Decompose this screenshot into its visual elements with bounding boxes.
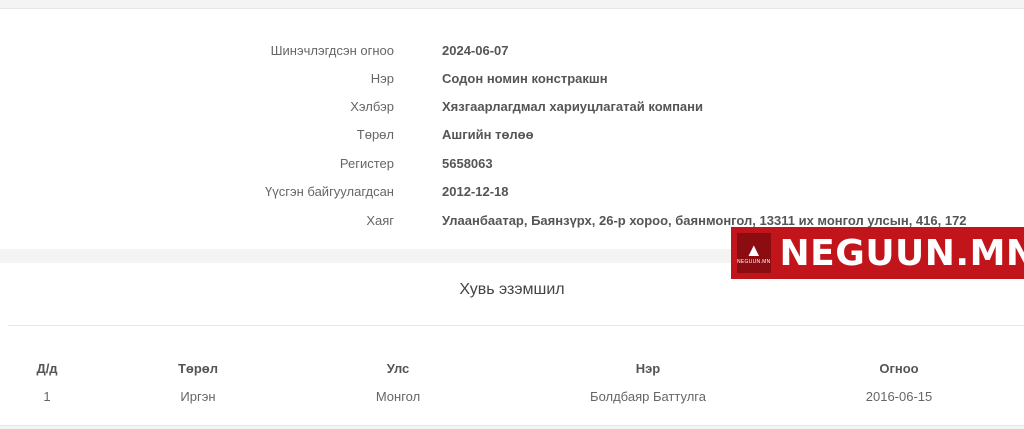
- info-row-founded: Үүсгэн байгуулагдсан 2012-12-18: [0, 184, 1024, 204]
- info-value: Ашгийн төлөө: [442, 127, 534, 142]
- col-header-country: Улс: [386, 361, 410, 376]
- ownership-title: Хувь эзэмшил: [459, 281, 565, 298]
- col-header-type: Төрөл: [177, 361, 219, 376]
- col-header-index: Д/д: [36, 361, 58, 376]
- info-value: Содон номин констракшн: [442, 71, 608, 86]
- info-value: Улаанбаатар, Баянзүрх, 26-р хороо, баянм…: [442, 213, 967, 228]
- table-cell-type: Иргэн: [180, 389, 216, 404]
- info-value: 2012-12-18: [442, 184, 509, 199]
- table-cell-date: 2016-06-15: [865, 389, 933, 404]
- table-cell-name: Болдбаяр Баттулга: [590, 389, 706, 404]
- info-row-name: Нэр Содон номин констракшн: [0, 71, 1024, 91]
- info-value: 5658063: [442, 156, 493, 171]
- divider: [8, 325, 1024, 326]
- info-value: Хязгаарлагдмал хариуцлагатай компани: [442, 99, 704, 114]
- company-info-card: Шинэчлэгдсэн огноо 2024-06-07 Нэр Содон …: [0, 8, 1024, 249]
- info-row-type: Төрөл Ашгийн төлөө: [0, 127, 1024, 147]
- info-label: Үүсгэн байгуулагдсан: [265, 184, 394, 199]
- info-label: Регистер: [339, 156, 394, 171]
- ownership-card: Хувь эзэмшил Д/д Төрөл Улс Нэр Огноо 1 И…: [0, 263, 1024, 426]
- col-header-name: Нэр: [635, 361, 661, 376]
- info-value: 2024-06-07: [442, 43, 509, 58]
- info-label: Төрөл: [356, 127, 394, 142]
- watermark-banner: ▲ NEGUUN.MN NEGUUN.MN: [731, 227, 1024, 279]
- info-row-updated: Шинэчлэгдсэн огноо 2024-06-07: [0, 43, 1024, 63]
- neguun-logo-icon: ▲ NEGUUN.MN: [737, 233, 771, 273]
- info-label: Шинэчлэгдсэн огноо: [270, 43, 394, 58]
- info-label: Хаяг: [366, 213, 394, 228]
- info-row-register: Регистер 5658063: [0, 156, 1024, 176]
- info-label: Хэлбэр: [350, 99, 394, 114]
- info-label: Нэр: [370, 71, 394, 86]
- col-header-date: Огноо: [879, 361, 919, 376]
- table-cell-index: 1: [43, 389, 51, 404]
- watermark-text: NEGUUN.MN: [779, 232, 1024, 274]
- logo-caption: NEGUUN.MN: [737, 259, 771, 265]
- divider: [0, 425, 1024, 426]
- info-row-form: Хэлбэр Хязгаарлагдмал хариуцлагатай комп…: [0, 99, 1024, 119]
- table-cell-country: Монгол: [375, 389, 421, 404]
